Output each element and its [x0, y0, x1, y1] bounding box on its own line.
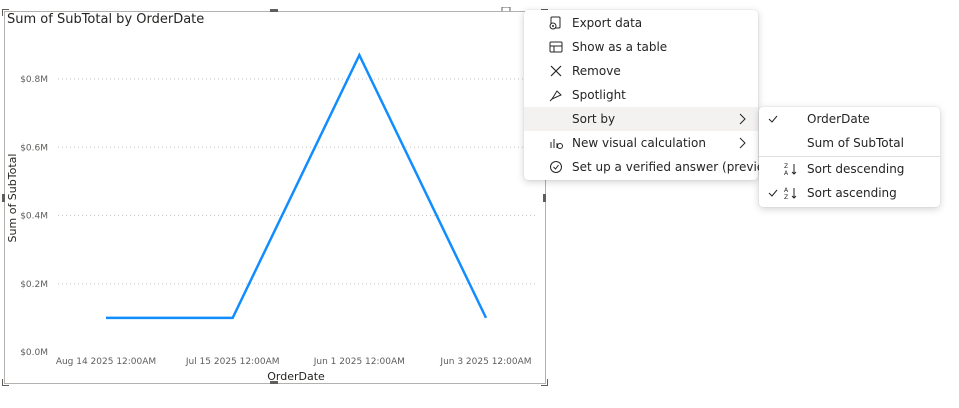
menu-item-label: Sum of SubTotal [807, 136, 904, 150]
close-icon [548, 63, 564, 79]
x-tick-label: Jun 1 2025 12:00AM [313, 357, 405, 367]
menu-item-export-data[interactable]: Export data [524, 11, 758, 35]
menu-item-label: Sort by [572, 112, 616, 126]
sort-field-sum-of-subtotal[interactable]: Sum of SubTotal [759, 131, 940, 155]
svg-text:A: A [784, 170, 789, 176]
x-tick-label: Jul 15 2025 12:00AM [185, 357, 280, 367]
y-tick-label: $0.0M [20, 348, 48, 358]
menu-item-verified-answer[interactable]: Set up a verified answer (preview) [524, 155, 779, 179]
export-icon [548, 15, 564, 31]
x-axis-label: OrderDate [267, 370, 325, 383]
menu-item-label: Set up a verified answer (preview) [572, 160, 779, 174]
spotlight-icon [548, 87, 564, 103]
menu-item-label: New visual calculation [572, 136, 706, 150]
y-tick-label: $0.8M [20, 75, 48, 85]
menu-item-label: Sort descending [807, 162, 905, 176]
calculation-icon [548, 135, 564, 151]
y-tick-label: $0.4M [20, 212, 48, 222]
svg-text:A: A [784, 187, 789, 194]
svg-text:Z: Z [784, 194, 788, 200]
menu-item-sort-by[interactable]: Sort by [524, 107, 758, 131]
menu-item-new-visual-calculation[interactable]: New visual calculation [524, 131, 758, 155]
svg-text:Z: Z [784, 163, 788, 170]
menu-item-spotlight[interactable]: Spotlight [524, 83, 758, 107]
check-icon [765, 111, 781, 127]
x-tick-label: Jun 3 2025 12:00AM [439, 357, 531, 367]
chevron-right-icon [739, 113, 746, 125]
menu-item-label: Sort ascending [807, 186, 897, 200]
sort-descending[interactable]: ZA Sort descending [759, 157, 940, 181]
menu-item-label: Show as a table [572, 40, 668, 54]
menu-item-show-as-table[interactable]: Show as a table [524, 35, 758, 59]
menu-item-remove[interactable]: Remove [524, 59, 758, 83]
sort-ascending[interactable]: AZ Sort ascending [759, 181, 940, 205]
check-icon [765, 185, 781, 201]
chevron-right-icon [739, 137, 746, 149]
sort-descending-icon: ZA [783, 161, 799, 177]
y-tick-label: $0.6M [20, 143, 48, 153]
sort-by-submenu: OrderDate Sum of SubTotal ZA Sort descen… [759, 107, 940, 207]
sort-ascending-icon: AZ [783, 185, 799, 201]
y-tick-label: $0.2M [20, 280, 48, 290]
menu-item-label: Remove [572, 64, 621, 78]
y-axis-label: Sum of SubTotal [6, 154, 19, 243]
table-icon [548, 39, 564, 55]
menu-item-label: Export data [572, 16, 643, 30]
sort-field-orderdate[interactable]: OrderDate [759, 107, 940, 131]
series-line[interactable] [106, 52, 488, 320]
menu-item-label: Spotlight [572, 88, 626, 102]
context-menu: Export data Show as a table Remove Spotl… [524, 10, 779, 180]
verified-icon [548, 159, 564, 175]
menu-item-label: OrderDate [807, 112, 870, 126]
x-tick-label: Aug 14 2025 12:00AM [56, 357, 156, 367]
